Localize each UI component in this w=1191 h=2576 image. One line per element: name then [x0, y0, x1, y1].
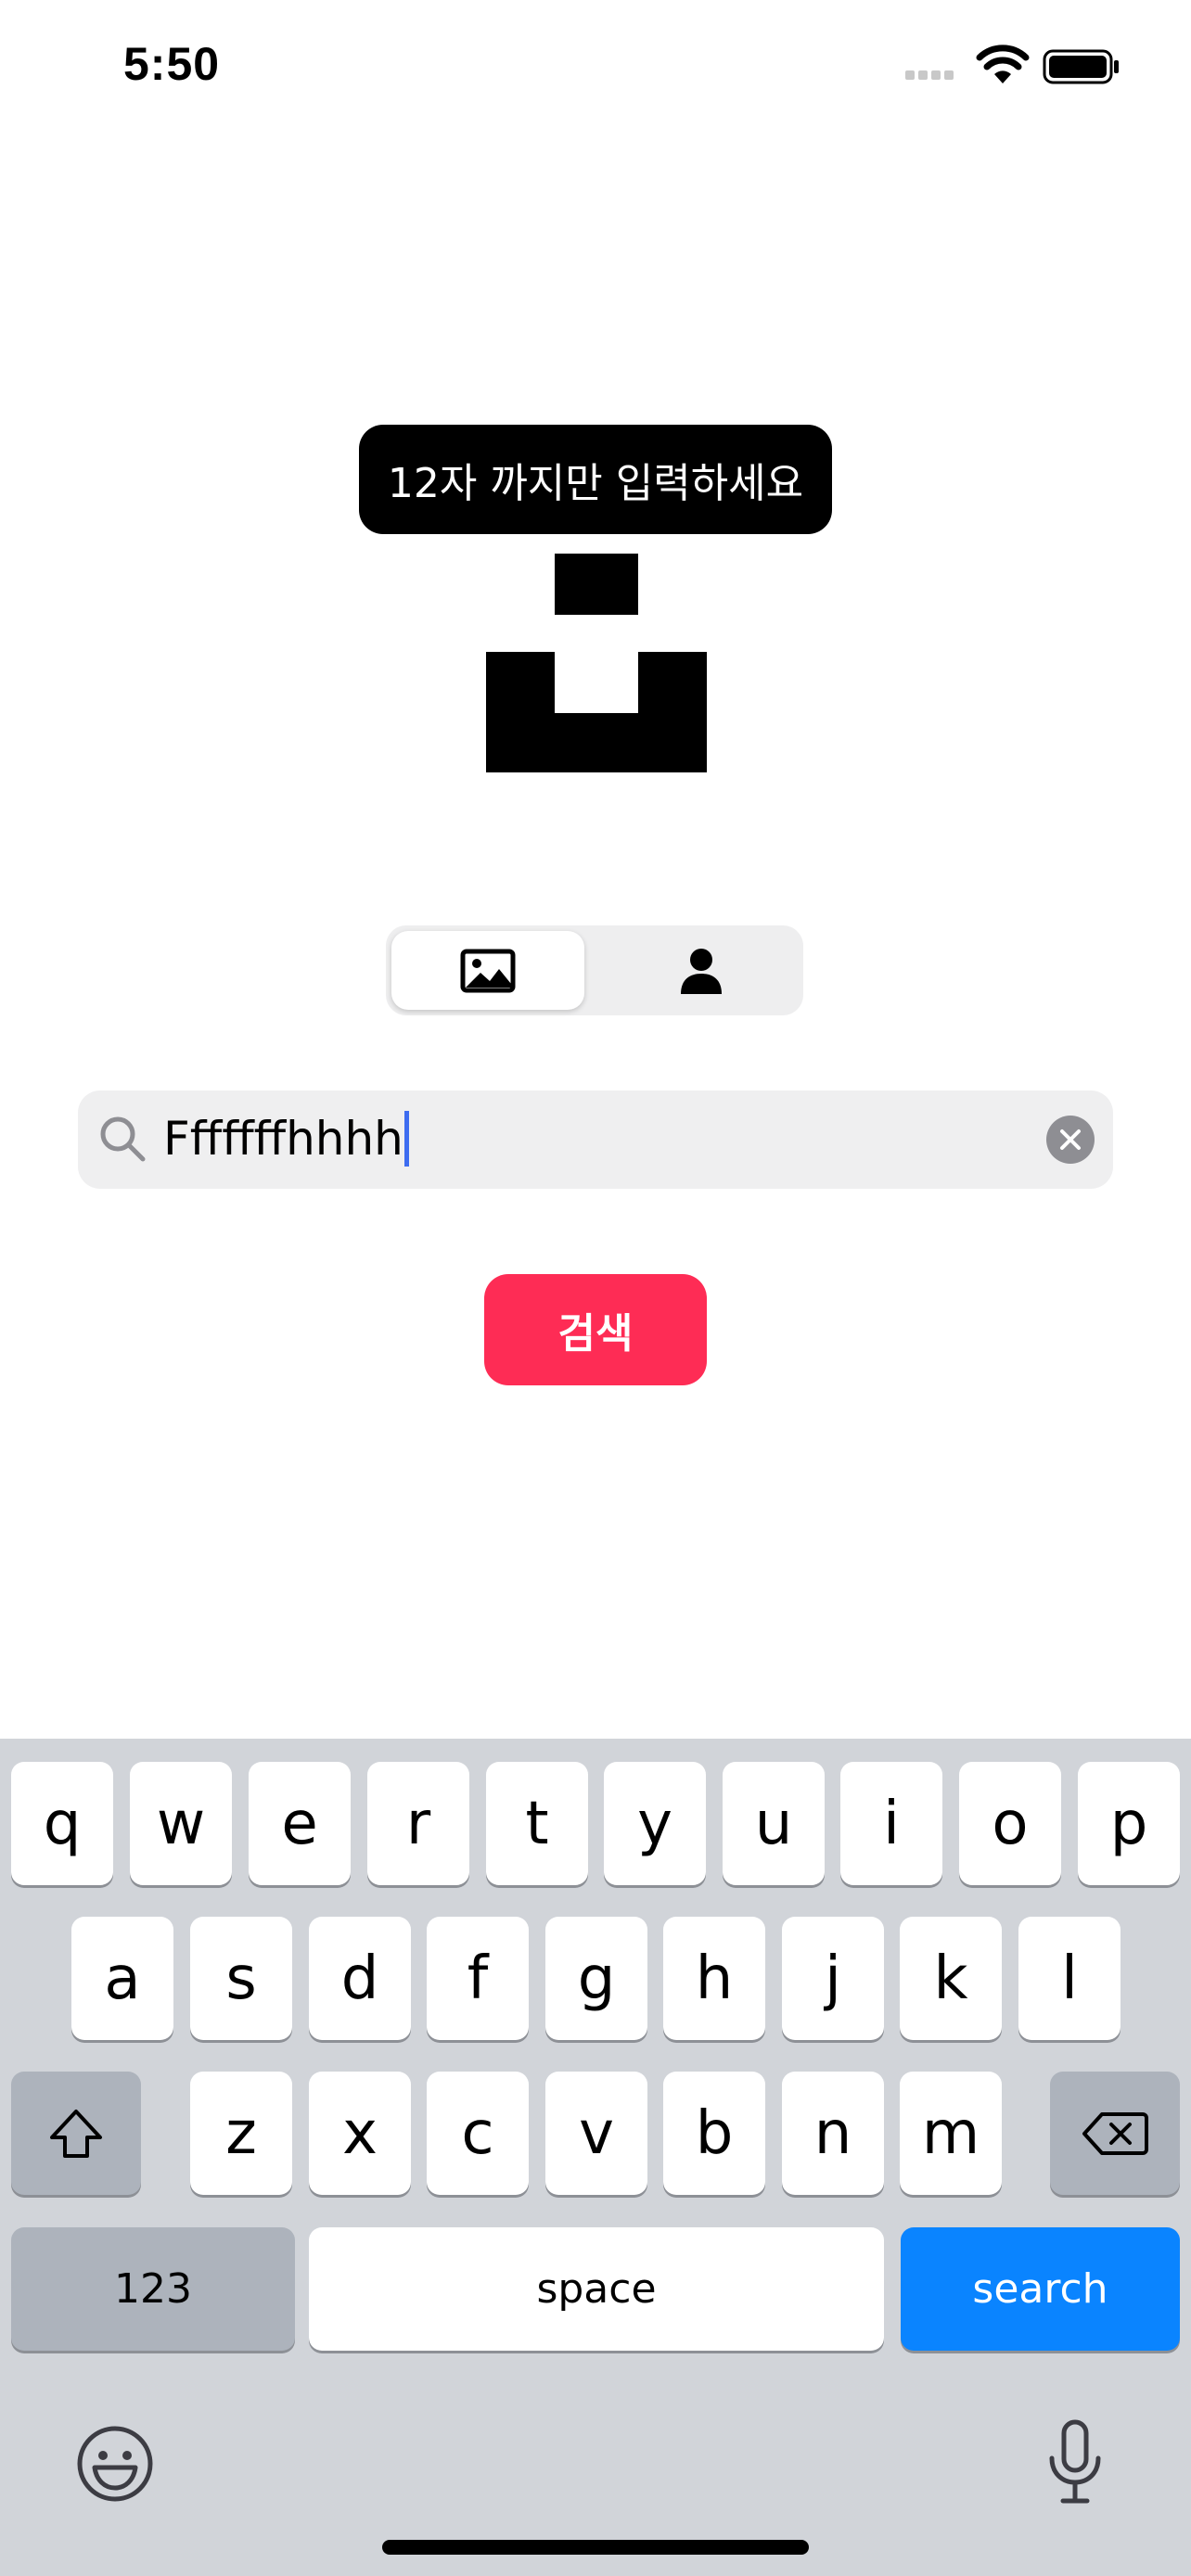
search-icon [100, 1116, 146, 1162]
key-u[interactable]: u [723, 1762, 825, 1885]
key-m[interactable]: m [900, 2072, 1002, 2195]
segment-photos[interactable] [391, 931, 584, 1010]
wifi-icon [976, 45, 1030, 83]
clear-text-button[interactable] [1046, 1116, 1095, 1164]
key-w[interactable]: w [130, 1762, 232, 1885]
home-indicator[interactable] [382, 2540, 809, 2555]
key-q[interactable]: q [11, 1762, 113, 1885]
key-f[interactable]: f [427, 1917, 529, 2040]
search-return-key[interactable]: search [901, 2227, 1180, 2351]
key-c[interactable]: c [427, 2072, 529, 2195]
search-input[interactable]: Fffffffhhhh [163, 1111, 409, 1167]
backspace-icon [1082, 2111, 1148, 2155]
search-type-segmented-control [386, 925, 803, 1015]
key-i[interactable]: i [840, 1762, 942, 1885]
numbers-key[interactable]: 123 [11, 2227, 295, 2351]
key-p[interactable]: p [1078, 1762, 1180, 1885]
key-e[interactable]: e [249, 1762, 351, 1885]
key-n[interactable]: n [782, 2072, 884, 2195]
battery-icon [1043, 49, 1119, 84]
backspace-key[interactable] [1050, 2072, 1180, 2195]
key-r[interactable]: r [367, 1762, 469, 1885]
key-s[interactable]: s [190, 1917, 292, 2040]
shift-key[interactable] [11, 2072, 141, 2195]
shift-icon [50, 2109, 102, 2158]
search-button[interactable]: 검색 [484, 1274, 707, 1385]
key-a[interactable]: a [71, 1917, 173, 2040]
key-d[interactable]: d [309, 1917, 411, 2040]
search-field[interactable]: Fffffffhhhh [78, 1090, 1113, 1189]
segment-users[interactable] [605, 931, 798, 1010]
emoji-icon[interactable] [76, 2425, 154, 2503]
character-limit-tooltip: 12자 까지만 입력하세요 [359, 425, 832, 534]
key-b[interactable]: b [663, 2072, 765, 2195]
photo-icon [460, 949, 516, 992]
key-l[interactable]: l [1018, 1917, 1121, 2040]
keyboard: q w e r t y u i o p a s d f g h j k l z … [0, 1739, 1191, 2576]
status-time: 5:50 [123, 38, 221, 90]
key-t[interactable]: t [486, 1762, 588, 1885]
microphone-icon[interactable] [1046, 2419, 1104, 2505]
key-y[interactable]: y [604, 1762, 706, 1885]
key-o[interactable]: o [959, 1762, 1061, 1885]
key-h[interactable]: h [663, 1917, 765, 2040]
key-z[interactable]: z [190, 2072, 292, 2195]
key-x[interactable]: x [309, 2072, 411, 2195]
person-icon [681, 948, 722, 994]
close-icon [1060, 1129, 1081, 1150]
key-v[interactable]: v [545, 2072, 647, 2195]
key-j[interactable]: j [782, 1917, 884, 2040]
key-g[interactable]: g [545, 1917, 647, 2040]
space-key[interactable]: space [309, 2227, 884, 2351]
key-k[interactable]: k [900, 1917, 1002, 2040]
search-input-value: Fffffffhhhh [163, 1112, 403, 1166]
app-logo [486, 554, 707, 772]
text-caret [403, 1111, 409, 1167]
